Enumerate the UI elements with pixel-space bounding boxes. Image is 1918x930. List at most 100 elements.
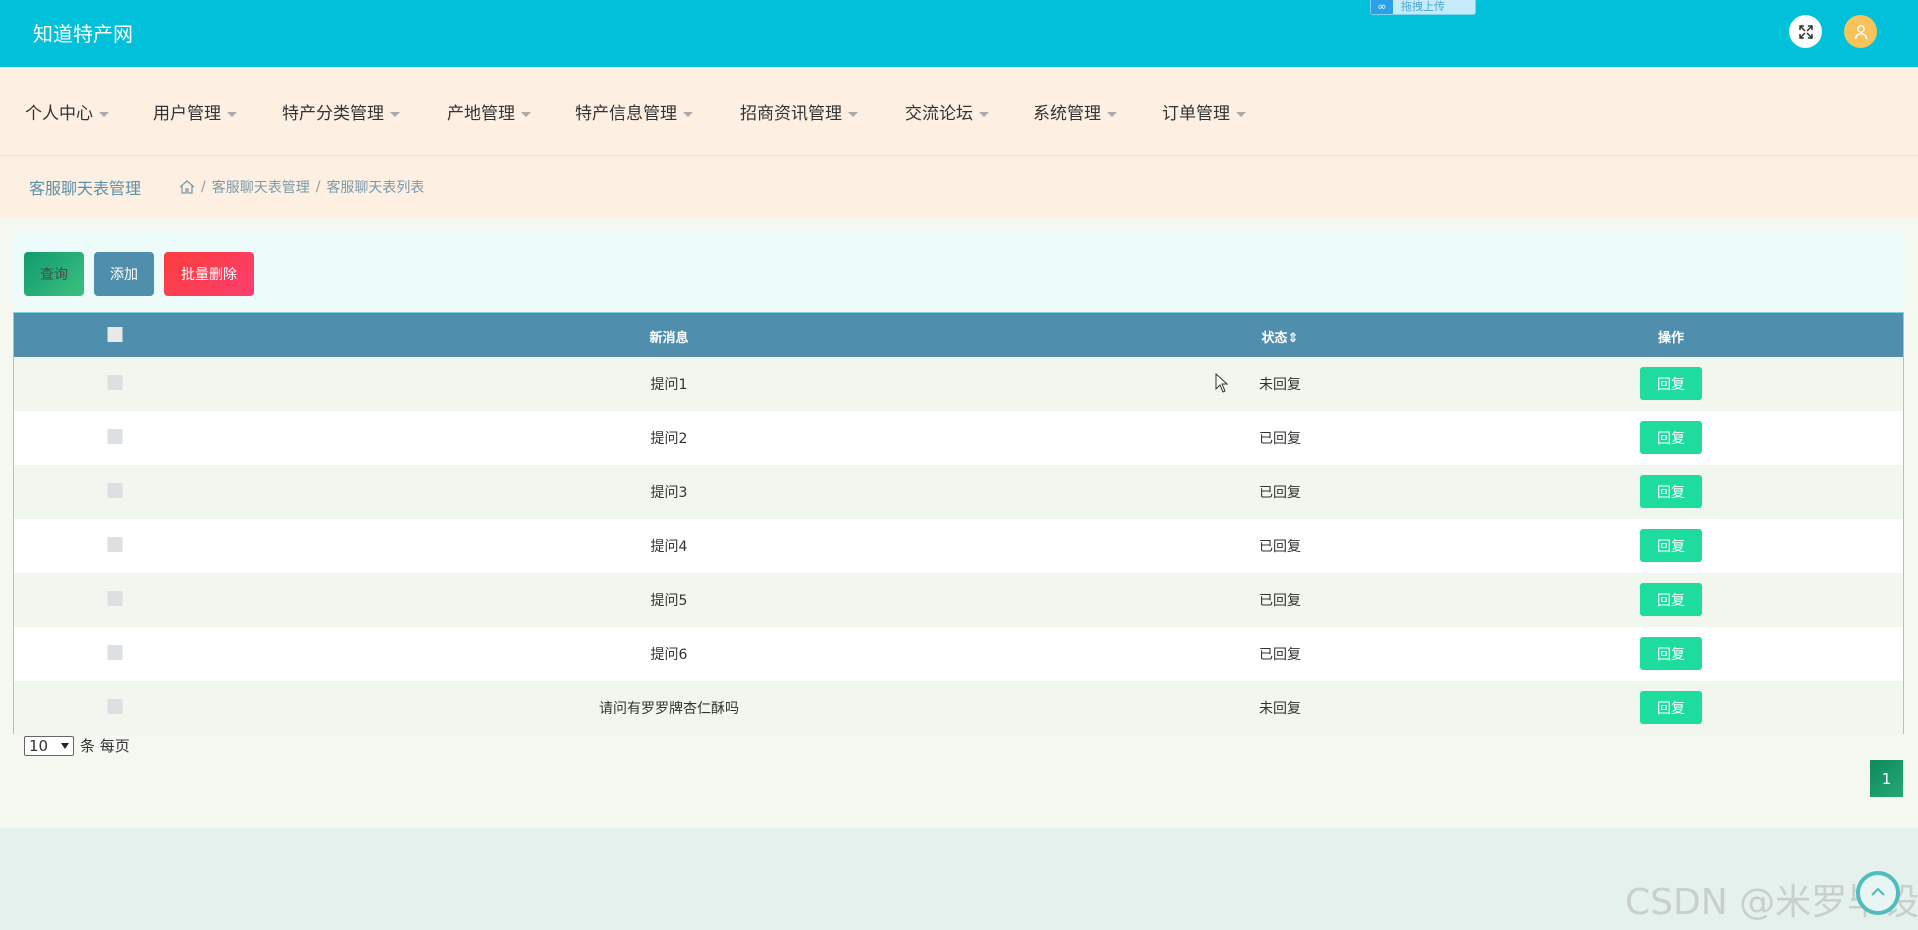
reply-button[interactable]: 回复 [1640, 583, 1702, 616]
row-checkbox[interactable] [107, 537, 123, 552]
table-row: 提问4 已回复 回复 [14, 519, 1903, 573]
status-cell: 未回复 [1259, 701, 1301, 717]
reply-button[interactable]: 回复 [1640, 637, 1702, 670]
column-header-status[interactable]: 状态⇕ [1262, 327, 1299, 346]
caret-down-icon [848, 111, 858, 117]
nav-label: 特产信息管理 [575, 104, 677, 124]
nav-label: 用户管理 [153, 104, 221, 124]
caret-down-icon [683, 111, 693, 117]
expand-icon [1798, 24, 1813, 39]
upload-chip-label: 拖拽上传 [1401, 0, 1445, 13]
batch-delete-button[interactable]: 批量删除 [164, 252, 254, 296]
nav-label: 产地管理 [447, 104, 515, 124]
nav-item-system-management[interactable]: 系统管理 [1033, 99, 1117, 124]
nav-item-order-management[interactable]: 订单管理 [1162, 99, 1246, 124]
status-cell: 已回复 [1259, 647, 1301, 663]
column-header-message: 新消息 [649, 331, 689, 346]
breadcrumb-separator: / [201, 179, 206, 195]
nav-label: 招商资讯管理 [740, 104, 842, 124]
reply-button[interactable]: 回复 [1640, 367, 1702, 400]
table-row: 提问2 已回复 回复 [14, 411, 1903, 465]
status-cell: 已回复 [1259, 431, 1301, 447]
breadcrumb: / 客服聊天表管理 / 客服聊天表列表 [179, 177, 424, 197]
caret-down-icon [1236, 111, 1246, 117]
message-cell: 提问3 [650, 485, 688, 501]
page-size-select[interactable]: 10 [24, 735, 74, 756]
caret-down-icon [99, 111, 109, 117]
page-size-suffix: 条 每页 [80, 737, 130, 755]
message-cell: 提问6 [650, 647, 688, 663]
nav-item-user-management[interactable]: 用户管理 [153, 99, 237, 124]
main-content: 查询 添加 批量删除 新消息 状态⇕ 操作 提问1 未回复 回复 提问2 已回复… [0, 217, 1918, 828]
reply-button[interactable]: 回复 [1640, 475, 1702, 508]
fullscreen-button[interactable] [1789, 15, 1822, 48]
chevron-down-icon [61, 742, 69, 749]
breadcrumb-item: 客服聊天表列表 [326, 180, 425, 196]
reply-button[interactable]: 回复 [1640, 691, 1702, 724]
nav-label: 个人中心 [25, 104, 93, 124]
page-button[interactable]: 1 [1870, 760, 1903, 797]
row-checkbox[interactable] [107, 375, 123, 390]
nav-item-investment-news-management[interactable]: 招商资讯管理 [740, 99, 858, 124]
caret-down-icon [227, 111, 237, 117]
status-cell: 未回复 [1259, 377, 1301, 393]
breadcrumb-bar: 客服聊天表管理 / 客服聊天表管理 / 客服聊天表列表 [0, 156, 1918, 217]
message-cell: 请问有罗罗牌杏仁酥吗 [599, 701, 739, 717]
mouse-cursor-icon [1215, 373, 1229, 393]
nav-item-product-info-management[interactable]: 特产信息管理 [575, 99, 693, 124]
back-to-top-button[interactable] [1856, 871, 1900, 915]
table-header: 新消息 状态⇕ 操作 [14, 313, 1903, 357]
caret-down-icon [390, 111, 400, 117]
nav-item-origin-management[interactable]: 产地管理 [447, 99, 531, 124]
page-size-value: 10 [29, 736, 49, 755]
breadcrumb-separator: / [315, 179, 321, 195]
message-cell: 提问2 [650, 431, 688, 447]
nav-label: 系统管理 [1033, 104, 1101, 124]
nav-item-forum[interactable]: 交流论坛 [905, 99, 989, 124]
nav-item-category-management[interactable]: 特产分类管理 [282, 99, 400, 124]
main-nav: 个人中心 用户管理 特产分类管理 产地管理 特产信息管理 招商资讯管理 交流论坛… [0, 67, 1918, 156]
nav-label: 特产分类管理 [282, 104, 384, 124]
message-cell: 提问4 [650, 539, 688, 555]
row-checkbox[interactable] [107, 483, 123, 498]
caret-down-icon [521, 111, 531, 117]
add-button[interactable]: 添加 [94, 252, 154, 296]
nav-label: 交流论坛 [905, 104, 973, 124]
row-checkbox[interactable] [107, 699, 123, 714]
breadcrumb-item[interactable]: 客服聊天表管理 [212, 177, 310, 197]
message-cell: 提问1 [650, 377, 688, 393]
reply-button[interactable]: 回复 [1640, 421, 1702, 454]
page-size-control: 10 条 每页 [24, 735, 130, 756]
table-row: 请问有罗罗牌杏仁酥吗 未回复 回复 [14, 681, 1903, 735]
upload-chip[interactable]: ∞ 拖拽上传 [1370, 0, 1476, 15]
reply-button[interactable]: 回复 [1640, 529, 1702, 562]
row-checkbox[interactable] [107, 429, 123, 444]
user-avatar-button[interactable] [1844, 15, 1877, 48]
arrow-up-icon [1871, 887, 1885, 896]
row-checkbox[interactable] [107, 591, 123, 606]
column-header-status-label: 状态 [1261, 331, 1288, 346]
table-row: 提问3 已回复 回复 [14, 465, 1903, 519]
caret-down-icon [979, 111, 989, 117]
column-header-actions: 操作 [1657, 331, 1685, 346]
table-row: 提问5 已回复 回复 [14, 573, 1903, 627]
sort-icon: ⇕ [1287, 331, 1299, 346]
home-icon[interactable] [179, 180, 195, 194]
status-cell: 已回复 [1259, 485, 1301, 501]
top-header: 知道特产网 ∞ 拖拽上传 [0, 0, 1918, 67]
message-cell: 提问5 [650, 593, 688, 609]
page-title: 客服聊天表管理 [29, 179, 142, 198]
nav-item-personal-center[interactable]: 个人中心 [25, 99, 109, 124]
row-checkbox[interactable] [107, 645, 123, 660]
status-cell: 已回复 [1259, 539, 1301, 555]
query-button[interactable]: 查询 [24, 252, 84, 296]
nav-label: 订单管理 [1162, 104, 1230, 124]
status-cell: 已回复 [1259, 593, 1301, 609]
chat-table: 新消息 状态⇕ 操作 提问1 未回复 回复 提问2 已回复 回复 提问3 已回复… [13, 312, 1904, 735]
select-all-checkbox[interactable] [107, 327, 123, 342]
user-icon [1854, 24, 1867, 39]
table-row: 提问1 未回复 回复 [14, 357, 1903, 411]
site-brand[interactable]: 知道特产网 [33, 18, 133, 47]
infinity-icon: ∞ [1371, 0, 1393, 14]
caret-down-icon [1107, 111, 1117, 117]
